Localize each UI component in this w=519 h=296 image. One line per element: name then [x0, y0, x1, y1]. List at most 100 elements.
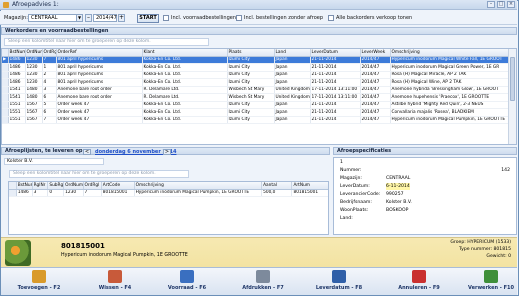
table-cell: 2014/47: [360, 101, 391, 109]
spec-row: Magazijn: CENTRAAL: [334, 175, 516, 182]
table-cell: 6: [42, 108, 57, 117]
action-label: Annuleren - F9: [398, 285, 440, 291]
table-cell: 2014/47: [360, 108, 391, 117]
week-increment-button[interactable]: +: [118, 14, 125, 22]
afroep-title: Afroeplijsten, te leveren op:: [5, 148, 85, 154]
table-row[interactable]: 1551 1567 5 Order week 47 Kokka-En Co. Ltd. I…: [2, 101, 511, 109]
af-col-header[interactable]: BstNum: [16, 182, 33, 190]
table-cell: 7: [83, 189, 102, 197]
table-row[interactable]: 1486 1230 2 801 april hypericums Kokka-En Co…: [2, 71, 511, 79]
af-col-header[interactable]: Aantal: [261, 182, 293, 190]
voorraad-button[interactable]: Voorraad - F6: [161, 268, 213, 296]
maximize-button[interactable]: □: [497, 1, 505, 8]
afdrukken-button[interactable]: Afdrukken - F7: [237, 268, 289, 296]
spec-value: Kolster B.V.: [386, 200, 412, 205]
row-header: [9, 182, 17, 190]
wo-col-header[interactable]: OrderRef: [56, 49, 143, 57]
action-label: Leverdatum - F8: [315, 285, 363, 291]
table-row[interactable]: 1486 3 0 1230 7 801815001 Hypericum inodorum M…: [9, 189, 328, 197]
table-row[interactable]: 1486 1230 4 801 april hypericums Kokka-En Co…: [2, 78, 511, 87]
wissen-button[interactable]: Wissen - F4: [89, 268, 141, 296]
spec-row: WoonPlaats: BOSKOOP: [334, 207, 516, 214]
date-prev-button[interactable]: <: [83, 149, 91, 155]
table-cell: Kokka-En Co. Ltd.: [142, 116, 228, 124]
magazijn-select[interactable]: CENTRAAL ▼: [28, 14, 83, 22]
table-cell: Kokka-En Co. Ltd.: [142, 108, 228, 117]
table-row[interactable]: 1541 1480 6 Anemone bare root order R. Delam…: [2, 93, 511, 102]
week-decrement-button[interactable]: –: [85, 14, 92, 22]
wo-col-header[interactable]: OrdNum: [25, 49, 43, 57]
table-cell: Kokka-En Co. Ltd.: [142, 63, 228, 72]
product-type: Type nummer: 801815: [459, 247, 511, 252]
af-col-header[interactable]: RglNr: [32, 182, 49, 190]
table-cell: 801815001: [291, 189, 328, 197]
table-cell: Rosa (H) Magical Wine, AP 2 TAK: [390, 78, 511, 87]
action-bar: Toevoegen - F2 Wissen - F4 Voorraad - F6 Af…: [1, 267, 517, 295]
wo-col-header[interactable]: LeverWeek: [360, 49, 391, 57]
table-cell: Kokka-En Co. Ltd.: [142, 71, 228, 79]
wo-col-header[interactable]: Omschrijving: [390, 49, 511, 57]
table-cell: 1486: [8, 56, 26, 64]
close-button[interactable]: ×: [507, 1, 515, 8]
process-icon: [484, 270, 498, 283]
table-cell: Anemone bare root order: [56, 86, 143, 94]
customer-field[interactable]: Kolster B.V.: [4, 158, 104, 165]
action-label: Afdrukken - F7: [242, 285, 284, 291]
annuleren-button[interactable]: Annuleren - F9: [393, 268, 445, 296]
leverdatum-button[interactable]: Leverdatum - F8: [313, 268, 365, 296]
minimize-button[interactable]: –: [487, 1, 495, 8]
table-cell: 7: [42, 116, 57, 124]
table-row[interactable]: ▶ 1486 1230 7 801 april hypericums Kokka-En C…: [2, 56, 511, 64]
wo-col-header[interactable]: Land: [274, 49, 311, 57]
table-cell: 2014/47: [360, 63, 391, 72]
alle-backorders-checkbox[interactable]: [328, 15, 334, 21]
af-col-header[interactable]: OrdNum: [63, 182, 84, 190]
table-cell: 21-11-2014: [310, 63, 361, 72]
table-cell: 2014/47: [360, 71, 391, 79]
wo-col-header[interactable]: BstNum: [8, 49, 26, 57]
werkorders-scrollbar[interactable]: [508, 49, 516, 144]
table-cell: Izumi City: [227, 63, 275, 72]
table-cell: 2014/47: [360, 86, 391, 94]
table-cell: 2014/47: [360, 116, 391, 124]
table-row[interactable]: 1541 1480 3 Anemone bare root order R. Delam…: [2, 86, 511, 94]
afroep-group-panel[interactable]: Sleep een kolomtitel naar hier om te gro…: [9, 170, 189, 178]
spec-value: CENTRAAL: [386, 176, 411, 181]
row-selector[interactable]: [9, 189, 17, 197]
toevoegen-button[interactable]: Toevoegen - F2: [13, 268, 65, 296]
table-cell: 21-11-2014: [310, 101, 361, 109]
window-title: Afroepadvies 1:: [12, 1, 59, 8]
table-cell: Anemone bare root order: [56, 93, 143, 102]
table-cell: 2: [42, 71, 57, 79]
table-row[interactable]: 1551 1567 7 Order week 47 Kokka-En Co. Ltd. I…: [2, 116, 511, 124]
start-button[interactable]: START: [137, 14, 159, 23]
spec-row: Bedrijfsnaam: Kolster B.V.: [334, 199, 516, 206]
action-label: Verwerken - F10: [467, 285, 514, 291]
af-col-header[interactable]: Omschrijving: [134, 182, 263, 190]
af-col-header[interactable]: ArtNum: [291, 182, 328, 190]
af-col-header[interactable]: OrdRgl: [83, 182, 102, 190]
table-row[interactable]: 1486 1230 1 801 april hypericums Kokka-En Co…: [2, 63, 511, 72]
printer-icon: [256, 270, 270, 283]
product-image: [5, 240, 31, 266]
af-col-header[interactable]: ArtCode: [101, 182, 135, 190]
scroll-thumb[interactable]: [510, 57, 515, 101]
wo-col-header[interactable]: Plaats: [227, 49, 275, 57]
table-row[interactable]: 1551 1567 6 Order week 47 Kokka-En Co. Ltd. I…: [2, 108, 511, 117]
table-cell: Hypericum inodorum Magical Pumpkin, 1E G…: [134, 189, 263, 197]
incl-zonder-afroep-checkbox[interactable]: [236, 15, 242, 21]
incl-voorraad-checkbox[interactable]: [163, 15, 169, 21]
verwerken-button[interactable]: Verwerken - F10: [465, 268, 517, 296]
week-input[interactable]: 2014/47: [93, 14, 117, 22]
werkorders-group-panel[interactable]: Sleep een kolomtitel naar hier om te gro…: [4, 38, 209, 46]
wo-col-header[interactable]: LeverDatum: [310, 49, 361, 57]
date-next-button[interactable]: >: [163, 149, 171, 155]
action-label: Toevoegen - F2: [17, 285, 61, 291]
afroep-group-hint: Sleep een kolomtitel naar hier om te gro…: [13, 171, 156, 176]
wo-col-header[interactable]: OrdRgl: [42, 49, 57, 57]
spec-value: 142: [501, 168, 510, 173]
table-cell: 17-11-2014 13:11:00: [310, 93, 361, 102]
spec-label: Magazijn:: [340, 176, 362, 181]
af-col-header[interactable]: SubRg: [47, 182, 65, 190]
wo-col-header[interactable]: Klant: [142, 49, 228, 57]
